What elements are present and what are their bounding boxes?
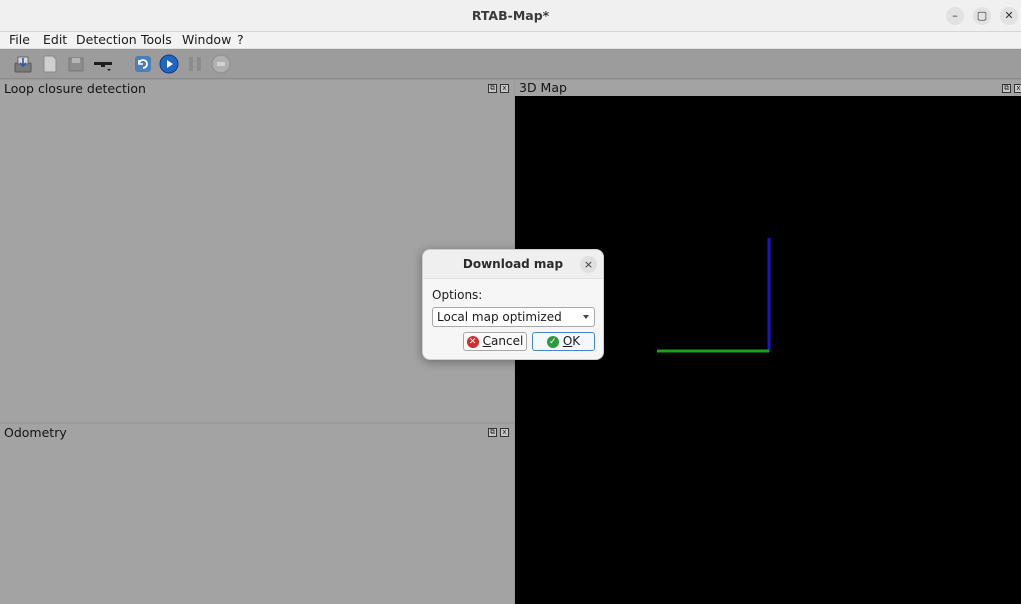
dock-buttons: ⧉ x — [1002, 84, 1021, 93]
menu-help[interactable]: ? — [237, 32, 244, 49]
dock-title-odometry: Odometry — [4, 425, 67, 440]
dialog-close-icon[interactable]: × — [580, 256, 597, 273]
stop-icon[interactable] — [211, 54, 231, 74]
cancel-mnemonic: C — [482, 334, 492, 348]
close-database-icon[interactable] — [66, 54, 86, 74]
dock-title-3d-map: 3D Map — [519, 80, 567, 95]
dialog-title: Download map — [462, 257, 564, 271]
menu-detection[interactable]: Detection — [76, 32, 137, 49]
download-map-dialog: Download map × Options: Local map optimi… — [422, 249, 604, 360]
float-icon[interactable]: ⧉ — [488, 428, 497, 437]
save-database-icon[interactable] — [13, 54, 33, 74]
menu-tools[interactable]: Tools — [141, 32, 172, 49]
odometry-dock: Odometry ⧉ x — [0, 424, 514, 604]
new-database-icon[interactable] — [40, 54, 60, 74]
cancel-button[interactable]: ✕ Cancel — [463, 332, 527, 351]
menu-edit[interactable]: Edit — [43, 32, 67, 49]
ok-label-rest: K — [572, 334, 581, 348]
ok-label: OK — [563, 333, 580, 350]
options-select[interactable]: Local map optimized — [432, 307, 595, 327]
close-icon[interactable]: x — [1014, 84, 1021, 93]
window-title: RTAB-Map* — [471, 8, 550, 23]
ok-mnemonic: O — [562, 334, 573, 348]
selected-option: Local map optimized — [437, 310, 562, 324]
source-camera-icon[interactable] — [93, 54, 113, 74]
options-label: Options: — [432, 288, 483, 302]
float-icon[interactable]: ⧉ — [488, 84, 497, 93]
close-icon[interactable]: x — [500, 428, 509, 437]
dialog-header: Download map × — [423, 250, 603, 279]
ok-button[interactable]: ✓ OK — [532, 332, 595, 351]
maximize-icon[interactable]: ▢ — [973, 7, 991, 25]
close-window-icon[interactable]: ✕ — [1000, 7, 1018, 25]
menu-file[interactable]: File — [9, 32, 30, 49]
dock-title-loop-closure: Loop closure detection — [4, 81, 146, 96]
window-titlebar: RTAB-Map* – ▢ ✕ — [0, 0, 1021, 32]
dock-buttons: ⧉ x — [488, 84, 509, 93]
check-icon: ✓ — [546, 335, 559, 348]
cancel-icon: ✕ — [466, 335, 479, 348]
close-icon[interactable]: x — [500, 84, 509, 93]
refresh-icon[interactable] — [133, 54, 153, 74]
map3d-dock-header: 3D Map ⧉ x — [515, 80, 1021, 96]
pause-icon[interactable] — [185, 54, 205, 74]
menubar: File Edit Detection Tools Window ? — [0, 32, 1021, 49]
toolbar — [0, 50, 1021, 79]
dock-buttons: ⧉ x — [488, 428, 509, 437]
cancel-label: Cancel — [483, 333, 524, 350]
minimize-icon[interactable]: – — [946, 7, 964, 25]
menu-window[interactable]: Window — [182, 32, 231, 49]
start-icon[interactable] — [159, 54, 179, 74]
cancel-label-rest: ancel — [491, 334, 524, 348]
float-icon[interactable]: ⧉ — [1002, 84, 1011, 93]
chevron-down-icon — [583, 315, 589, 319]
